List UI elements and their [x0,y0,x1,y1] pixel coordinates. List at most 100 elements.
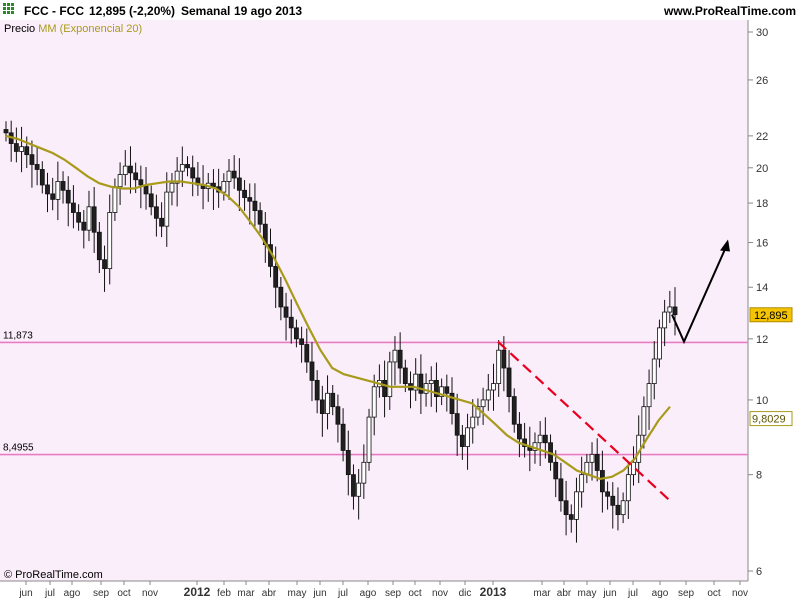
candle-body [465,427,470,447]
candle-body [50,193,56,200]
candle-body [579,474,585,493]
candle-body [470,416,476,429]
candle-body [397,349,403,369]
candle-body [418,373,424,394]
candle-body [657,327,662,360]
x-tick-label: mar [533,588,551,599]
candle-body [511,396,517,425]
x-tick-label: mar [237,588,255,599]
candle-body [330,392,336,408]
x-tick-label: 2012 [184,585,211,599]
candle-body [309,361,315,381]
candle-body [366,416,372,463]
candle-body [294,327,299,340]
price-chart[interactable]: 68101214161820222630jun jul ago sep oct nov 20… [0,20,800,600]
candle-body [128,165,133,174]
candle-body [325,392,330,414]
candle-body [3,129,9,134]
x-tick-label: jul [44,588,55,599]
candle-body [169,182,175,193]
candle-body [615,504,621,516]
candle-body [574,491,579,520]
candle-body [288,316,294,329]
candle-body [96,231,102,261]
x-tick-label: ago [652,588,669,599]
y-tick-label: 14 [756,282,768,294]
x-tick-label: sep [385,588,402,599]
x-tick-label: jul [627,588,638,599]
candle-body [278,286,284,308]
candle-body [252,200,258,212]
x-tick-label: jun [602,588,616,599]
x-tick-label: jun [312,588,326,599]
candle-body [34,164,40,170]
candle-body [60,181,66,191]
candle-body [76,212,82,223]
candle-body [361,461,367,484]
candle-body [563,500,569,516]
plot-area [0,20,748,581]
candle-body [423,383,429,394]
candle-body [625,474,631,502]
candle-body [631,461,636,476]
candle-body [247,197,253,202]
candle-body [133,172,139,181]
y-tick-label: 30 [756,27,768,39]
x-tick-label: 2013 [480,585,507,599]
y-tick-label: 18 [756,198,768,210]
candle-body [506,367,512,397]
candle-body [589,453,595,463]
candle-body [102,259,107,270]
price-change: 12,895 (-2,20%) [89,4,176,18]
candle-body [542,434,548,444]
legend-ma: MM (Exponencial 20) [38,23,143,35]
candle-body [148,193,154,208]
x-tick-label: abr [557,588,572,599]
candle-body [662,311,668,329]
candle-body [356,482,362,497]
candle-body [185,164,190,169]
candle-body [55,181,61,200]
x-tick-label: nov [142,588,158,599]
chart-header: FCC - FCC 12,895 (-2,20%) Semanal 19 ago… [0,0,800,20]
candle-body [428,380,434,384]
y-tick-label: 8 [756,470,762,482]
candle-body [304,344,310,363]
candle-body [29,154,35,165]
y-tick-label: 10 [756,395,768,407]
candle-body [236,177,242,191]
icon-grid[interactable] [3,3,14,14]
last-price-label: 12,895 [754,310,788,322]
candle-body [351,474,356,497]
candle-body [568,514,574,520]
candle-body [153,206,159,219]
candle-body [517,423,522,440]
candle-body [599,470,605,493]
candle-body [651,358,657,384]
candle-body [231,170,237,179]
x-tick-label: feb [217,588,231,599]
x-tick-label: ago [64,588,81,599]
candle-body [242,189,247,198]
x-tick-label: sep [93,588,110,599]
candle-body [91,206,97,233]
y-tick-label: 16 [756,238,768,250]
header-date: 19 ago 2013 [234,4,303,18]
candle-body [335,406,341,425]
candle-body [24,146,30,156]
candle-body [112,186,118,213]
candle-body [558,478,564,502]
candle-body [39,169,45,186]
candle-body [646,383,652,408]
level-label: 11,873 [3,330,33,341]
x-tick-label: jul [337,588,348,599]
candle-body [382,380,387,397]
candle-body [485,389,491,401]
candle-body [496,349,502,384]
candle-body [273,265,279,288]
candle-body [117,174,123,188]
site-url[interactable]: www.ProRealTime.com [664,4,796,18]
candle-body [45,184,50,195]
candle-body [620,500,626,516]
candle-body [459,434,465,447]
